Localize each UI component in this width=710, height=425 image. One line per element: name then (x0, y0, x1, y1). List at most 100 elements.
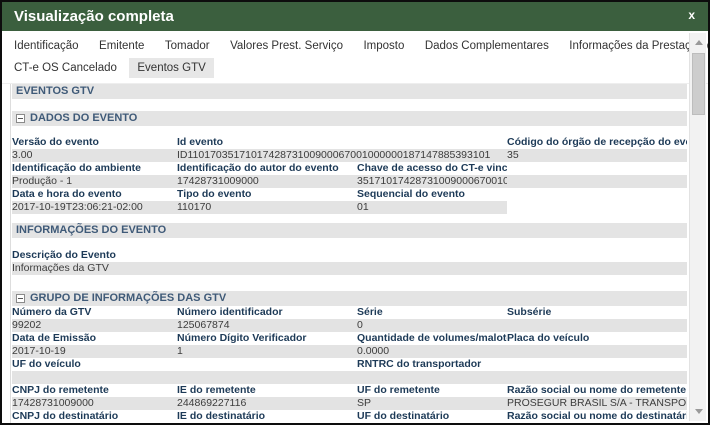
field-value (507, 345, 687, 358)
scroll-down-icon[interactable] (690, 403, 707, 419)
tab-imposto[interactable]: Imposto (355, 36, 412, 56)
modal-title: Visualização completa (14, 8, 174, 25)
field-value: 17428731009000 (12, 397, 177, 410)
tab-identificacao[interactable]: Identificação (6, 36, 87, 56)
field-label: Data e hora do evento (12, 188, 177, 201)
spacer (12, 275, 687, 291)
tab-dados-complementares[interactable]: Dados Complementares (417, 36, 557, 56)
modal-titlebar: Visualização completa x (2, 2, 708, 31)
field-value: 01 (357, 201, 507, 214)
field-value: 0 (357, 319, 507, 332)
field-label: RNTRC do transportador (357, 358, 507, 371)
field-value (357, 371, 507, 384)
field-values-row (12, 371, 687, 384)
field-value: 110170 (177, 201, 357, 214)
spacer (12, 238, 687, 249)
field-label: Código do órgão de recepção do evento (507, 136, 687, 149)
field-value: 2017-10-19 (12, 345, 177, 358)
collapse-minus-icon[interactable] (16, 294, 25, 303)
field-value: 3.00 (12, 149, 177, 162)
section-title: EVENTOS GTV (16, 84, 94, 99)
section-title: GRUPO DE INFORMAÇÕES DAS GTV (30, 291, 226, 306)
field-value: 2017-10-19T23:06:21-02:00 (12, 201, 177, 214)
field-labels-row: Número da GTV Número identificador Série… (12, 306, 687, 319)
field-label: CNPJ do remetente (12, 384, 177, 397)
field-label: Versão do evento (12, 136, 177, 149)
vertical-scrollbar[interactable] (689, 33, 706, 421)
field-labels-row: UF do veículo RNTRC do transportador (12, 358, 687, 371)
field-label: Sequencial do evento (357, 188, 507, 201)
field-value: 1 (177, 345, 357, 358)
section-header-dados-do-evento: DADOS DO EVENTO (12, 111, 687, 126)
field-values-row: 2017-10-19T23:06:21-02:00 110170 01 (12, 201, 687, 214)
tab-row-2: CT-e OS Cancelado Eventos GTV (6, 58, 684, 80)
field-label: Número da GTV (12, 306, 177, 319)
field-label: Razão social ou nome do remetente (507, 384, 687, 397)
scrollbar-thumb[interactable] (692, 53, 705, 115)
field-label: Razão social ou nome do destinatário (507, 410, 687, 423)
field-label: UF do veículo (12, 358, 177, 371)
field-label: Identificação do autor do evento (177, 162, 357, 175)
field-value: 35 (507, 149, 687, 162)
field-value: Produção - 1 (12, 175, 177, 188)
field-label: Data de Emissão (12, 332, 177, 345)
tab-cte-os-cancelado[interactable]: CT-e OS Cancelado (6, 58, 125, 78)
field-value: SP (357, 397, 507, 410)
spacer (12, 214, 687, 223)
tab-row-1: Identificação Emitente Tomador Valores P… (6, 36, 684, 58)
field-labels-row: Identificação do ambiente Identificação … (12, 162, 687, 175)
tab-valores-prest-servico[interactable]: Valores Prest. Serviço (222, 36, 351, 56)
field-label: IE do remetente (177, 384, 357, 397)
visualizacao-completa-modal: Visualização completa x Identificação Em… (0, 0, 710, 425)
field-label: Id evento (177, 136, 507, 149)
tab-emitente[interactable]: Emitente (91, 36, 152, 56)
field-label: IE do destinatário (177, 410, 357, 423)
field-value: Informações da GTV (12, 262, 177, 275)
field-label: Chave de acesso do CT-e vinculada ao eve… (357, 162, 507, 175)
scroll-up-icon[interactable] (690, 35, 707, 51)
field-label: Quantidade de volumes/malotes (357, 332, 507, 345)
section-header-grupo-informacoes-gtv: GRUPO DE INFORMAÇÕES DAS GTV (12, 291, 687, 306)
field-labels-row: CNPJ do remetente IE do remetente UF do … (12, 384, 687, 397)
field-value: 99202 (12, 319, 177, 332)
section-title: DADOS DO EVENTO (30, 111, 137, 126)
field-labels-row: Data de Emissão Número Dígito Verificado… (12, 332, 687, 345)
field-label: CNPJ do destinatário (12, 410, 177, 423)
field-value: ID11017035171017428731009000670010000001… (177, 149, 507, 162)
field-labels-row: CNPJ do destinatário IE do destinatário … (12, 410, 687, 423)
field-label: Série (357, 306, 507, 319)
tab-informacoes-prestacao-servico[interactable]: Informações da Prestação do Serviço (561, 36, 710, 56)
field-value: 17428731009000 (177, 175, 357, 188)
section-header-eventos-gtv: EVENTOS GTV (12, 84, 687, 99)
field-values-row: 3.00 ID110170351710174287310090006700100… (12, 149, 687, 162)
field-labels-row: Descrição do Evento (12, 249, 687, 262)
field-value (507, 319, 687, 332)
close-icon[interactable]: x (688, 8, 695, 22)
tab-tomador[interactable]: Tomador (157, 36, 218, 56)
field-values-row: Informações da GTV (12, 262, 687, 275)
field-label: Subsérie (507, 306, 687, 319)
field-labels-row: Versão do evento Id evento Código do órg… (12, 136, 687, 149)
field-label: Tipo do evento (177, 188, 357, 201)
field-label: Identificação do ambiente (12, 162, 177, 175)
field-value (12, 371, 177, 384)
field-label: Descrição do Evento (12, 249, 177, 262)
field-label: Número Dígito Verificador (177, 332, 357, 345)
collapse-minus-icon[interactable] (16, 114, 25, 123)
content-panel: EVENTOS GTV DADOS DO EVENTO Versão do ev… (2, 83, 708, 425)
tab-strip: Identificação Emitente Tomador Valores P… (2, 31, 708, 80)
field-values-row: 2017-10-19 1 0.0000 (12, 345, 687, 358)
field-label: UF do remetente (357, 384, 507, 397)
field-label: Placa do veículo (507, 332, 687, 345)
field-label: Número identificador (177, 306, 357, 319)
section-header-informacoes-do-evento: INFORMAÇÕES DO EVENTO (12, 223, 687, 238)
field-value: PROSEGUR BRASIL S/A - TRANSPORTADORA D (507, 397, 687, 410)
field-values-row: 99202 125067874 0 (12, 319, 687, 332)
field-value: 3517101742873100900067001000000187147885… (357, 175, 507, 188)
spacer (12, 126, 687, 136)
spacer (12, 99, 687, 111)
field-values-row: 17428731009000 244869227116 SP PROSEGUR … (12, 397, 687, 410)
field-label: UF do destinatário (357, 410, 507, 423)
field-value: 0.0000 (357, 345, 507, 358)
tab-eventos-gtv[interactable]: Eventos GTV (129, 58, 213, 78)
